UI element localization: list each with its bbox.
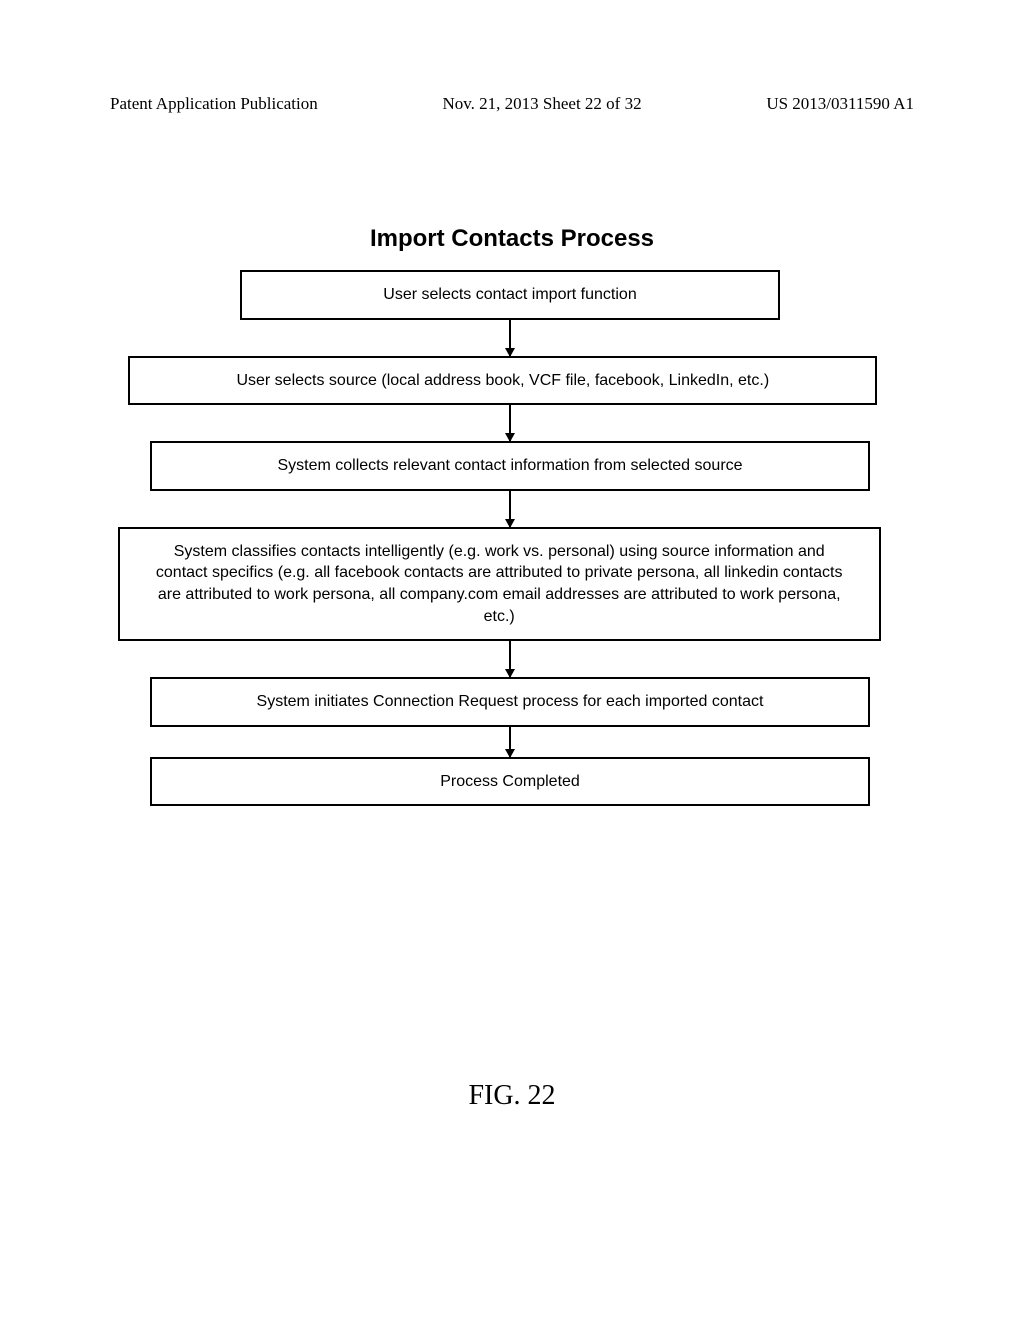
flow-step-5: System initiates Connection Request proc…: [150, 677, 870, 727]
header-date-sheet: Nov. 21, 2013 Sheet 22 of 32: [442, 94, 641, 114]
arrow-icon: [509, 405, 511, 441]
figure-label: FIG. 22: [0, 1080, 1024, 1112]
flow-step-1: User selects contact import function: [240, 270, 780, 320]
flowchart-container: User selects contact import function Use…: [150, 270, 870, 806]
arrow-icon: [509, 320, 511, 356]
flow-step-6: Process Completed: [150, 757, 870, 807]
diagram-title: Import Contacts Process: [0, 225, 1024, 253]
flow-step-2: User selects source (local address book,…: [128, 356, 877, 406]
arrow-icon: [509, 641, 511, 677]
patent-header: Patent Application Publication Nov. 21, …: [110, 94, 914, 114]
flow-step-4: System classifies contacts intelligently…: [118, 527, 881, 641]
arrow-icon: [509, 727, 511, 757]
header-publication-type: Patent Application Publication: [110, 94, 318, 114]
arrow-icon: [509, 491, 511, 527]
flow-step-3: System collects relevant contact informa…: [150, 441, 870, 491]
header-publication-number: US 2013/0311590 A1: [766, 94, 914, 114]
